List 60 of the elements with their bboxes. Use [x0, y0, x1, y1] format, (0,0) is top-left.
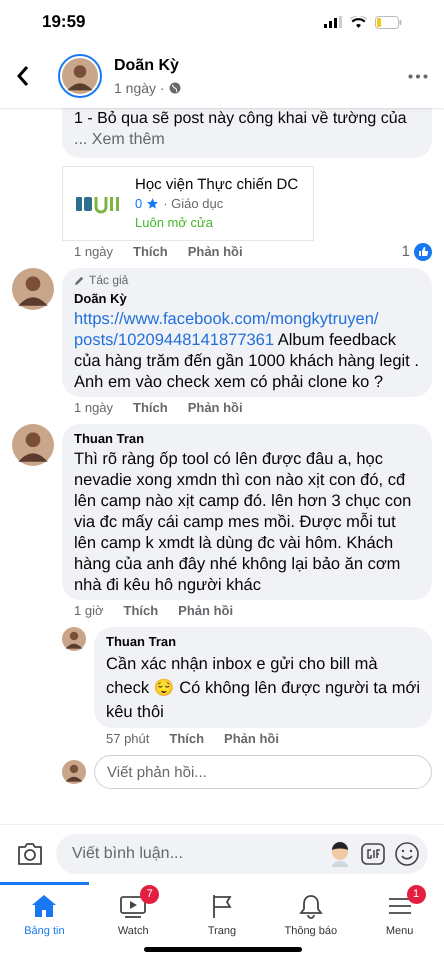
- link[interactable]: https://www.facebook.com/mongkytruyen/: [74, 310, 378, 328]
- like-link[interactable]: Thích: [169, 730, 204, 748]
- battery-icon: [375, 16, 402, 28]
- post-time: 1 ngày ·: [114, 78, 165, 98]
- home-icon: [30, 893, 58, 919]
- page-status: Luôn mở cửa: [135, 214, 214, 232]
- like-link[interactable]: Thích: [124, 602, 158, 620]
- comment-author[interactable]: Thuan Tran: [106, 631, 420, 652]
- reaction-count: 1: [402, 243, 410, 261]
- notification-badge: 1: [406, 885, 426, 904]
- poster-name[interactable]: Doãn Kỳ: [114, 54, 181, 78]
- more-icon[interactable]: [408, 74, 428, 78]
- gif-icon[interactable]: [360, 840, 386, 866]
- nav-tab[interactable]: 1 Menu: [355, 882, 444, 960]
- comment-time: 1 giờ: [74, 602, 104, 620]
- comment-field[interactable]: Viết bình luận...: [56, 834, 428, 874]
- reply-link[interactable]: Phản hồi: [188, 399, 243, 417]
- comment-text: https://www.facebook.com/mongkytruyen/ posts/10209448141877361 Album feedback của hàng trăm đến gần 1000 khách hàng legit . Anh em vào check xem có phải clone ko ?: [74, 309, 420, 393]
- signal-icon: [324, 16, 342, 28]
- camera-icon[interactable]: [16, 842, 44, 866]
- see-more-link[interactable]: ... Xem thêm: [74, 129, 165, 150]
- nav-tab[interactable]: Trang: [178, 882, 266, 960]
- reply-link[interactable]: Phản hồi: [178, 602, 234, 620]
- comment-author[interactable]: Doãn Kỳ: [74, 288, 420, 309]
- comment-time: 57 phút: [106, 730, 150, 748]
- notification-badge: 7: [140, 885, 160, 904]
- back-icon[interactable]: [16, 65, 30, 87]
- comment-input[interactable]: Viết bình luận...: [72, 842, 320, 866]
- emoji-icon[interactable]: [394, 840, 420, 866]
- avatar: [62, 627, 86, 651]
- comment-text: 1 - Bỏ qua sẽ post này công khai về tường của: [74, 109, 408, 129]
- like-link[interactable]: Thích: [133, 243, 168, 261]
- wifi-icon: [350, 16, 367, 28]
- reply-field[interactable]: Viết phản hồi...: [94, 755, 432, 789]
- like-reaction-icon: [414, 243, 432, 261]
- avatar: [12, 424, 54, 466]
- video-icon: [119, 893, 148, 919]
- bell-icon: [296, 893, 325, 919]
- nav-tab[interactable]: Bảng tin: [0, 882, 89, 960]
- link[interactable]: posts/10209448141877361: [74, 331, 274, 349]
- comment-text: Cần xác nhận inbox e gửi cho bill mà check 😌 Có không lên được người ta mới kêu thôi: [106, 654, 420, 723]
- page-rating: 0: [135, 195, 142, 213]
- nav-tab[interactable]: Thông báo: [266, 882, 356, 960]
- avatar: [62, 760, 86, 784]
- page-category: · Giáo dục: [163, 195, 224, 213]
- page-card[interactable]: Học viện Thực chiến DC 0 · Giáo dục Luôn mở cửa: [62, 166, 314, 241]
- comment-time: 1 ngày: [74, 243, 114, 261]
- like-link[interactable]: Thích: [133, 399, 168, 417]
- page-title: Học viện Thực chiến DC: [135, 175, 298, 194]
- avatar: [12, 268, 54, 310]
- star-icon: [146, 197, 160, 210]
- comment-text: Thì rõ ràng ốp tool có lên được đâu a, học nevadie xong xmdn thì con nào xịt con đó, cđ lên camp nào xịt camp đó. lên hơn 3 chục con via đc mấy cái camp mes mồi. Được mỗi tut lên camp k xmdt là dùng đc vài hôm. Khách hàng của anh đây nhé không lại bảo ăn cơm nhà đi kêu hô người khác: [74, 449, 412, 596]
- reply-link[interactable]: Phản hồi: [188, 243, 243, 261]
- avatar: [62, 58, 98, 94]
- comment-author[interactable]: Thuan Tran: [74, 428, 420, 449]
- comment-time: 1 ngày: [74, 399, 114, 417]
- status-time: 19:59: [42, 11, 86, 34]
- reply-link[interactable]: Phản hồi: [224, 730, 279, 748]
- author-label: Tác giả: [89, 272, 128, 288]
- pencil-icon: [74, 274, 85, 286]
